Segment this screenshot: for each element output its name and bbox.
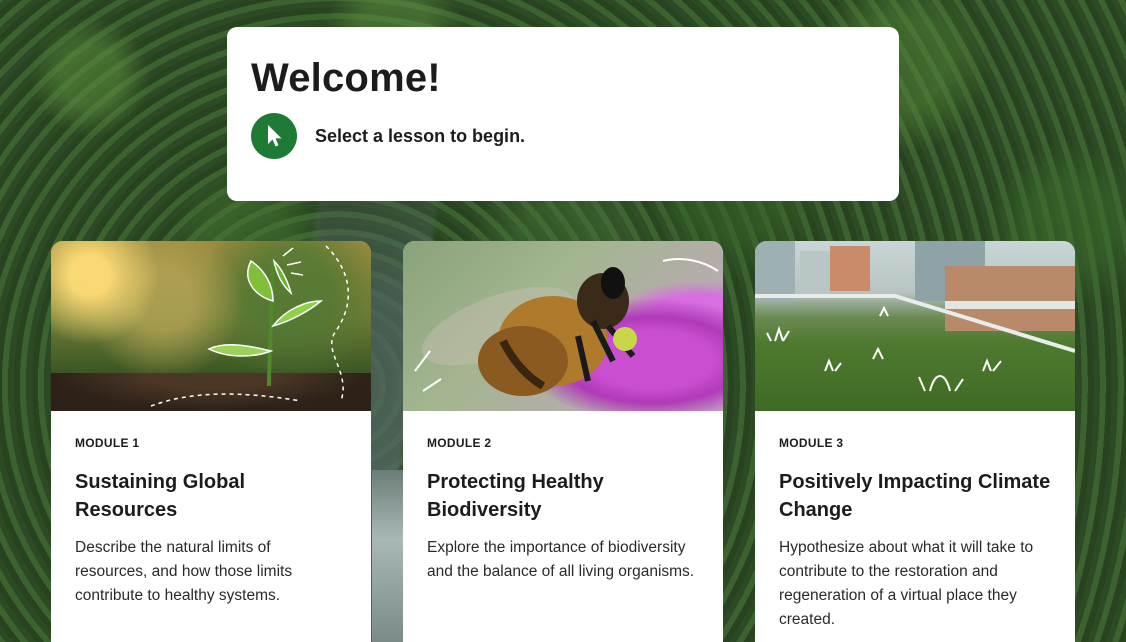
cursor-pointer-icon xyxy=(251,113,297,159)
module-title: Sustaining Global Resources xyxy=(75,471,246,521)
module-card-2[interactable]: MODULE 2 Protecting Healthy Biodiversity… xyxy=(403,241,723,642)
sprout-in-soil-image xyxy=(51,241,371,411)
welcome-title: Welcome! xyxy=(251,56,441,100)
module-label: MODULE 1 xyxy=(75,436,140,450)
module-title: Positively Impacting Climate Change xyxy=(779,471,1051,521)
module-description: Describe the natural limits of resources… xyxy=(75,539,293,604)
module-label: MODULE 3 xyxy=(779,436,844,450)
module-title: Protecting Healthy Biodiversity xyxy=(427,471,604,521)
green-roof-city-image xyxy=(755,241,1075,411)
waterfall-background xyxy=(372,470,404,642)
module-label: MODULE 2 xyxy=(427,436,492,450)
instruction-text: Select a lesson to begin. xyxy=(315,125,526,146)
welcome-panel: Welcome! Select a lesson to begin. xyxy=(227,27,899,201)
bee-on-flower-image xyxy=(403,241,723,411)
module-description: Hypothesize about what it will take to c… xyxy=(779,539,1034,628)
module-card-3[interactable]: MODULE 3 Positively Impacting Climate Ch… xyxy=(755,241,1075,642)
module-card-1[interactable]: MODULE 1 Sustaining Global Resources Des… xyxy=(51,241,371,642)
instruction-row: Select a lesson to begin. xyxy=(251,113,875,159)
module-description: Explore the importance of biodiversity a… xyxy=(427,539,695,580)
